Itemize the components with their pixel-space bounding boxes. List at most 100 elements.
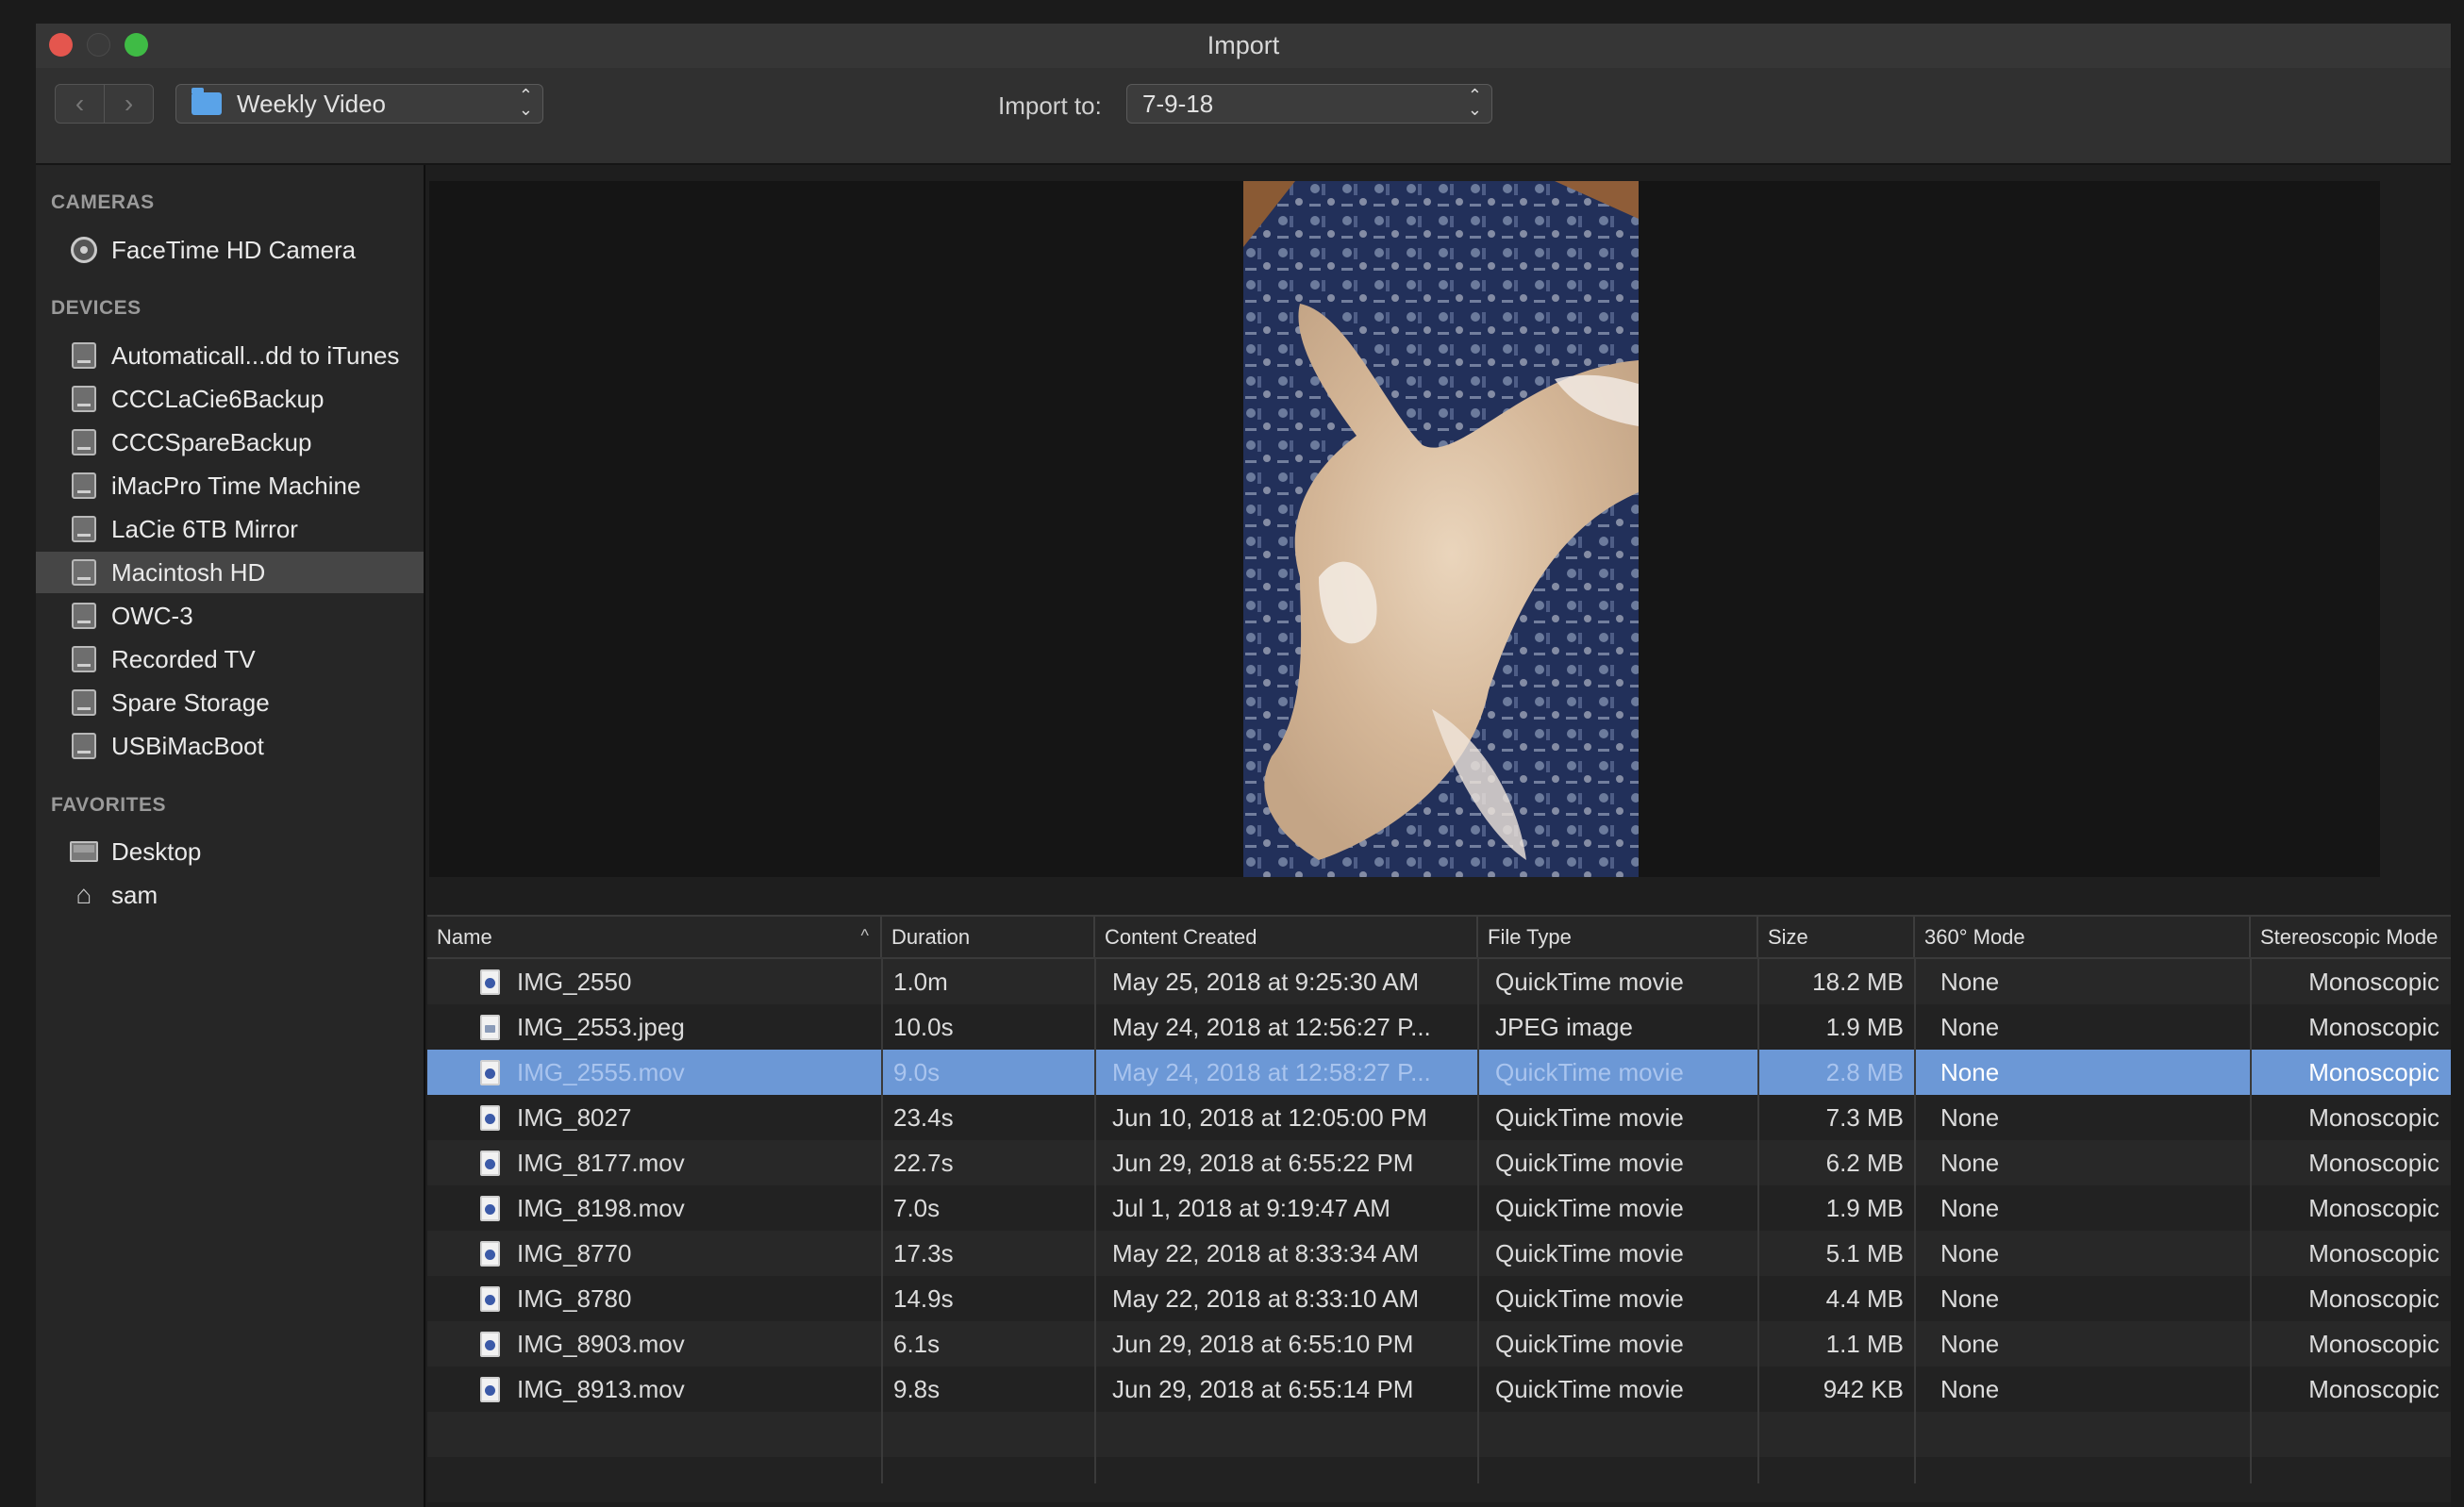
cell-stereoscopic-mode-text: Monoscopic [2308,1193,2439,1222]
sidebar-item-label: sam [111,880,158,909]
cell-360-mode-text: None [1940,1329,2000,1358]
table-row[interactable]: IMG_2555.mov 9.0s May 24, 2018 at 12:58:27… [427,1050,2451,1095]
sidebar-item-label: LaCie 6TB Mirror [111,514,298,543]
column-header-size[interactable]: Size [1758,917,1915,957]
table-row[interactable]: IMG_8770 17.3s May 22, 2018 at 8:33:34 AM Q… [427,1231,2451,1276]
home-icon: ⌂ [75,880,92,909]
column-header-name[interactable]: Name ^ [427,917,882,957]
cell-size: 2.8 MB [1758,1050,1904,1095]
movie-file-icon [480,1376,500,1402]
table-row[interactable]: IMG_8027 23.4s Jun 10, 2018 at 12:05:00 PM… [427,1095,2451,1140]
cell-stereoscopic-mode-text: Monoscopic [2308,967,2439,996]
disk-icon [70,515,98,543]
window-title: Import [1207,31,1280,59]
sidebar-item-usbimacboot[interactable]: USBiMacBoot [36,725,424,767]
cell-size: 5.1 MB [1758,1231,1904,1276]
cell-duration: 23.4s [893,1095,1091,1140]
cell-name-text: IMG_8913.mov [517,1374,685,1403]
import-to-popup[interactable]: 7-9-18 ⌃ ⌄ [1126,84,1492,124]
cell-360-mode: None [1940,1050,2248,1095]
sidebar-item-automatically-add-to-itunes[interactable]: Automaticall...dd to iTunes [36,335,424,376]
sidebar-item-spare-storage[interactable]: Spare Storage [36,682,424,723]
cell-stereoscopic-mode: Monoscopic [2251,1321,2439,1366]
zoom-button[interactable] [125,33,148,57]
table-row[interactable]: IMG_2553.jpeg 10.0s May 24, 2018 at 12:56:… [427,1004,2451,1050]
disk-icon [70,385,98,413]
cell-360-mode-text: None [1940,1102,2000,1132]
column-header-360-mode[interactable]: 360° Mode [1915,917,2251,957]
cell-name-text: IMG_8903.mov [517,1329,685,1358]
cell-content-created-text: May 25, 2018 at 9:25:30 AM [1112,967,1420,996]
cell-duration: 1.0m [893,959,1091,1004]
column-header-file-type[interactable]: File Type [1478,917,1758,957]
minimize-button[interactable] [87,33,110,57]
cell-360-mode: None [1940,1276,2248,1321]
movie-file-icon [480,969,500,995]
column-title: Content Created [1105,924,1257,949]
toolbar: ‹ › Weekly Video ⌃ ⌄ Import to: 7-9-18 ⌃ ⌄ [36,68,2451,165]
cell-name-text: IMG_8177.mov [517,1148,685,1177]
table-row[interactable]: IMG_2550 1.0m May 25, 2018 at 9:25:30 AM Qu… [427,959,2451,1004]
sidebar-item-ccclacie6backup[interactable]: CCCLaCie6Backup [36,378,424,420]
close-button[interactable] [49,33,73,57]
cell-file-type: QuickTime movie [1495,1185,1756,1231]
cell-stereoscopic-mode-text: Monoscopic [2308,1374,2439,1403]
cell-360-mode-text: None [1940,1238,2000,1267]
cell-duration: 14.9s [893,1276,1091,1321]
column-header-content-created[interactable]: Content Created [1095,917,1478,957]
column-header-duration[interactable]: Duration [882,917,1095,957]
table-row[interactable]: IMG_8780 14.9s May 22, 2018 at 8:33:10 AM Q… [427,1276,2451,1321]
table-row[interactable]: IMG_8177.mov 22.7s Jun 29, 2018 at 6:55:22… [427,1140,2451,1185]
source-folder-popup[interactable]: Weekly Video ⌃ ⌄ [175,84,543,124]
sidebar-item-desktop[interactable]: Desktop [36,831,424,872]
favorites-section-title: FAVORITES [51,794,166,816]
movie-file-icon [480,1195,500,1221]
sidebar-item-cccsparebackup[interactable]: CCCSpareBackup [36,422,424,463]
cell-duration-text: 7.0s [893,1193,941,1222]
table-row[interactable]: IMG_8903.mov 6.1s Jun 29, 2018 at 6:55:10 … [427,1321,2451,1366]
cell-stereoscopic-mode: Monoscopic [2251,1004,2439,1050]
sidebar-item-macintosh-hd[interactable]: Macintosh HD [36,552,424,593]
cell-duration-text: 9.8s [893,1374,941,1403]
back-button[interactable]: ‹ [56,85,105,123]
cell-360-mode-text: None [1940,1193,2000,1222]
column-title: Size [1768,924,1808,949]
cell-name-text: IMG_8780 [517,1283,632,1313]
sidebar-item-lacie-6tb-mirror[interactable]: LaCie 6TB Mirror [36,508,424,550]
cell-duration: 6.1s [893,1321,1091,1366]
table-row[interactable]: IMG_8913.mov 9.8s Jun 29, 2018 at 6:55:14 … [427,1366,2451,1412]
cell-duration-text: 22.7s [893,1148,954,1177]
video-thumbnail[interactable] [1243,181,1639,877]
movie-file-icon [480,1240,500,1267]
import-to-value: 7-9-18 [1142,89,1214,118]
cell-stereoscopic-mode: Monoscopic [2251,1185,2439,1231]
sidebar-item-sam[interactable]: ⌂ sam [36,874,424,916]
table-row[interactable]: IMG_8198.mov 7.0s Jul 1, 2018 at 9:19:47 A… [427,1185,2451,1231]
movie-file-icon [480,1059,500,1085]
disk-icon [70,341,98,370]
cell-stereoscopic-mode-text: Monoscopic [2308,1238,2439,1267]
cell-stereoscopic-mode: Monoscopic [2251,1231,2439,1276]
cell-stereoscopic-mode-text: Monoscopic [2308,1148,2439,1177]
cell-file-type-text: QuickTime movie [1495,1329,1684,1358]
sidebar-item-owc-3[interactable]: OWC-3 [36,595,424,637]
sidebar-item-label: iMacPro Time Machine [111,471,361,500]
cell-360-mode-text: None [1940,1283,2000,1313]
sidebar-item-imacpro-time-machine[interactable]: iMacPro Time Machine [36,465,424,506]
cell-size: 6.2 MB [1758,1140,1904,1185]
cell-size: 1.9 MB [1758,1185,1904,1231]
cell-name: IMG_8177.mov [480,1140,876,1185]
cell-name-text: IMG_8198.mov [517,1193,685,1222]
forward-button[interactable]: › [105,85,153,123]
sidebar-item-recorded-tv[interactable]: Recorded TV [36,638,424,680]
cell-stereoscopic-mode-text: Monoscopic [2308,1057,2439,1086]
cell-name-text: IMG_2550 [517,967,632,996]
cell-size-text: 7.3 MB [1825,1102,1904,1132]
cell-size: 1.9 MB [1758,1004,1904,1050]
title-bar[interactable]: Import [36,24,2451,68]
cell-stereoscopic-mode-text: Monoscopic [2308,1283,2439,1313]
column-header-stereoscopic-mode[interactable]: Stereoscopic Mode [2251,917,2451,957]
cell-size: 1.1 MB [1758,1321,1904,1366]
sidebar-item-facetime-camera[interactable]: FaceTime HD Camera [36,229,424,271]
source-folder-label: Weekly Video [237,89,387,118]
